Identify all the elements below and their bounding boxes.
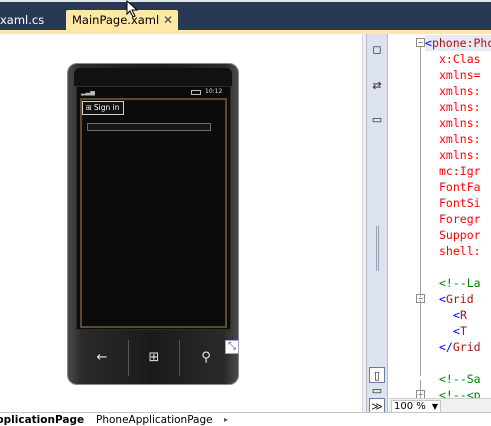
editor-gutter xyxy=(389,34,411,398)
code-line[interactable]: Foregr xyxy=(425,211,481,227)
code-line[interactable]: <!--<p xyxy=(425,387,481,398)
sign-in-label: Sign in xyxy=(93,103,120,112)
outline-guide xyxy=(420,47,421,297)
code-line[interactable]: shell: xyxy=(425,243,481,259)
code-token: T xyxy=(459,324,467,338)
code-token: < xyxy=(453,308,460,322)
code-token: <!--<p xyxy=(439,388,481,398)
code-line[interactable]: <phone:Pho xyxy=(425,35,491,51)
outline-guide xyxy=(420,300,421,376)
code-line[interactable]: FontSi xyxy=(425,195,481,211)
code-token: xmlns: xyxy=(439,116,481,130)
code-line[interactable]: <T xyxy=(425,323,467,339)
breadcrumb-arrow-icon[interactable]: ▸ xyxy=(224,413,228,426)
code-line[interactable]: Suppor xyxy=(425,227,481,243)
code-token: xmlns: xyxy=(439,132,481,146)
code-token: xmlns: xyxy=(439,100,481,114)
code-token: Foregr xyxy=(439,212,481,226)
code-line[interactable]: </Grid xyxy=(425,339,481,355)
code-token: phone xyxy=(431,36,467,50)
code-token: </ xyxy=(439,340,453,354)
phone-top-bezel xyxy=(74,68,232,86)
breadcrumb-item-page[interactable]: PhoneApplicationPage xyxy=(96,413,213,426)
design-surface[interactable]: ▂▃▅ 10:12 ⊞ Sign in ← ⊞ ⚲ ⤡ xyxy=(0,34,365,412)
code-token: Suppor xyxy=(439,228,481,242)
splitter-grip[interactable] xyxy=(376,226,379,271)
code-line[interactable]: <!--La xyxy=(425,275,481,291)
tab-mainpage-xaml[interactable]: MainPage.xaml ✕ xyxy=(66,10,178,30)
breadcrumb-item-root[interactable]: ApplicationPage xyxy=(0,413,84,426)
tab-codebehind[interactable]: xaml.cs xyxy=(0,10,60,30)
code-token: Grid xyxy=(452,340,481,354)
code-line[interactable]: <Grid xyxy=(425,291,474,307)
code-token: xmlns: xyxy=(439,148,481,162)
element-breadcrumb: ApplicationPage PhoneApplicationPage ▸ xyxy=(0,412,491,426)
code-line[interactable]: <R xyxy=(425,307,467,323)
code-line[interactable]: xmlns: xyxy=(425,99,481,115)
code-token: xmlns: xyxy=(439,84,481,98)
code-token: <!--Sa xyxy=(439,372,481,386)
phone-hardware-buttons: ← ⊞ ⚲ xyxy=(68,340,238,376)
swap-panes-icon[interactable]: ⇄ xyxy=(369,78,385,94)
code-line[interactable]: xmlns: xyxy=(425,83,481,99)
code-line[interactable]: FontFa xyxy=(425,179,481,195)
phone-status-bar: ▂▃▅ 10:12 xyxy=(77,87,230,97)
code-line[interactable]: xmlns: xyxy=(425,131,481,147)
collapse-pane-icon[interactable]: ◻ xyxy=(369,42,385,58)
zoom-value: 100 % xyxy=(394,401,426,412)
code-token: < xyxy=(425,36,432,50)
title-strip-highlight xyxy=(0,0,491,2)
code-token: shell: xyxy=(439,244,481,258)
outline-guide xyxy=(420,380,421,398)
sign-in-button[interactable]: ⊞ Sign in xyxy=(82,101,124,115)
code-line[interactable]: xmlns: xyxy=(425,115,481,131)
code-token: FontFa xyxy=(439,180,481,194)
start-button-icon[interactable]: ⊞ xyxy=(128,340,180,376)
xaml-code-editor[interactable]: <phone:Pho − x:Clas xmlns= xmlns: xmlns: xmlns… xyxy=(389,34,491,398)
horizontal-split-icon[interactable]: ▭ xyxy=(369,112,385,128)
back-button-icon[interactable]: ← xyxy=(74,340,130,376)
horizontal-split-alt-icon[interactable]: ▭ xyxy=(369,383,385,399)
code-token: <!--La xyxy=(439,276,481,290)
layout-root-grid[interactable] xyxy=(80,98,227,328)
code-token: x:Clas xyxy=(439,52,481,66)
vertical-split-icon[interactable]: ▯ xyxy=(369,367,385,383)
phone-clock: 10:12 xyxy=(205,88,223,95)
close-tab-icon[interactable]: ✕ xyxy=(163,10,173,30)
phone-screen[interactable]: ▂▃▅ 10:12 ⊞ Sign in xyxy=(76,86,231,330)
code-token: < xyxy=(453,324,460,338)
mouse-pointer-icon xyxy=(126,0,139,18)
code-token: xmlns= xyxy=(439,68,481,82)
battery-icon xyxy=(191,90,201,95)
tab-mainpage-xaml-label: MainPage.xaml xyxy=(72,13,160,27)
code-token: :Pho xyxy=(466,36,491,50)
code-token: R xyxy=(459,308,467,322)
code-token: Grid xyxy=(445,292,474,306)
resize-handle-icon[interactable]: ⤡ xyxy=(225,340,239,354)
collapse-region-icon[interactable]: − xyxy=(416,38,425,47)
code-token: < xyxy=(439,292,446,306)
title-strip xyxy=(0,0,491,9)
code-token: FontSi xyxy=(439,196,481,210)
document-tab-bar: xaml.cs MainPage.xaml ✕ xyxy=(0,9,491,30)
code-line[interactable]: x:Clas xyxy=(425,51,481,67)
windows-logo-icon: ⊞ xyxy=(86,104,92,112)
split-view-toolbar: ◻ ⇄ ▭ ▯ ▭ ≫ xyxy=(366,34,388,414)
phone-emulator-frame: ▂▃▅ 10:12 ⊞ Sign in ← ⊞ ⚲ xyxy=(67,63,239,385)
code-line[interactable]: xmlns: xyxy=(425,147,481,163)
code-line[interactable]: mc:Igr xyxy=(425,163,481,179)
text-box[interactable] xyxy=(87,123,211,131)
code-line[interactable]: xmlns= xyxy=(425,67,481,83)
code-line[interactable]: <!--Sa xyxy=(425,371,481,387)
signal-strength-icon: ▂▃▅ xyxy=(81,89,95,96)
code-token: mc:Igr xyxy=(439,164,481,178)
